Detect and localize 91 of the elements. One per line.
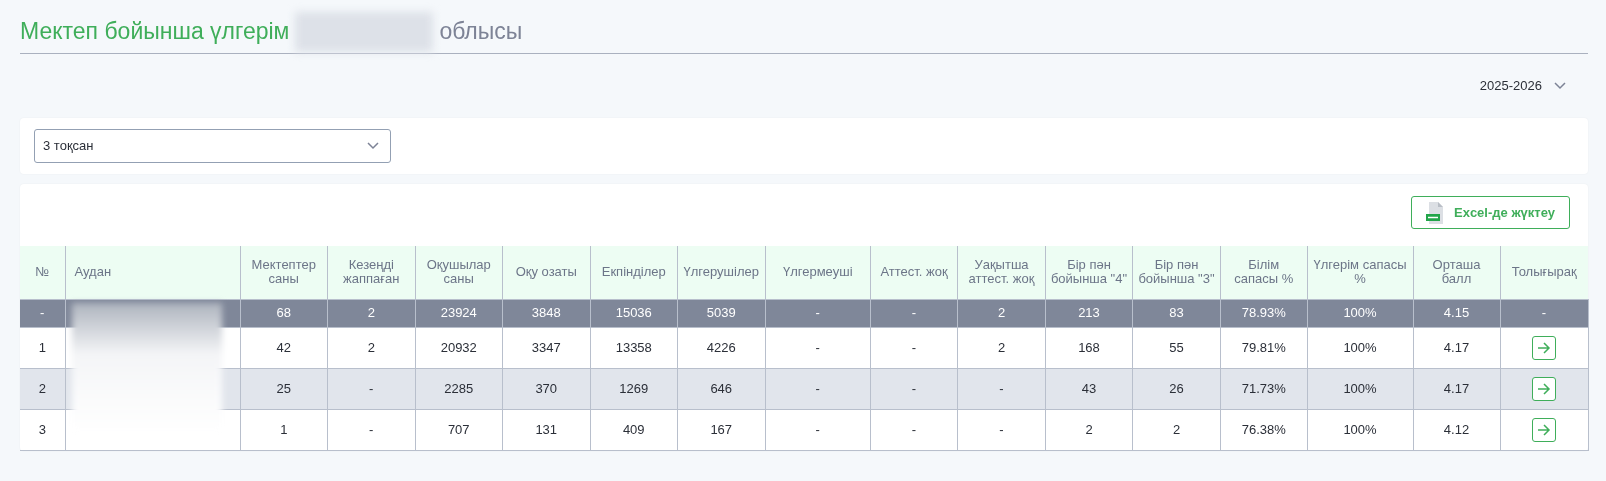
table-cell: -	[870, 327, 958, 368]
table-cell: 76.38%	[1220, 409, 1307, 450]
table-cell: 646	[677, 368, 765, 409]
column-header: Аудан	[65, 246, 240, 299]
table-cell: -	[957, 409, 1046, 450]
table-cell: -	[870, 409, 958, 450]
table-cell: 42	[240, 327, 328, 368]
table-cell: -	[765, 299, 871, 327]
table-cell: 1	[240, 409, 328, 450]
table-cell: -	[870, 368, 958, 409]
table-cell: 168	[1045, 327, 1133, 368]
table-cell: -	[1500, 299, 1588, 327]
table-cell: 100%	[1307, 299, 1413, 327]
column-header: Орташа балл	[1413, 246, 1500, 299]
table-cell: 2	[1045, 409, 1133, 450]
table-cell: -	[327, 409, 415, 450]
column-header: Уақытша аттест. жоқ	[957, 246, 1046, 299]
table-cell: -	[765, 368, 871, 409]
details-button[interactable]	[1532, 376, 1556, 401]
column-header: Үлгерім сапасы %	[1307, 246, 1413, 299]
chevron-icon	[366, 142, 380, 150]
table-cell: 13358	[590, 327, 678, 368]
column-header: Білім сапасы %	[1220, 246, 1307, 299]
table-cell: 83	[1132, 299, 1221, 327]
table-cell: 2	[1132, 409, 1221, 450]
table-cell: 1	[20, 327, 65, 368]
table-cell: 4226	[677, 327, 765, 368]
arrow-right-icon	[1537, 341, 1551, 354]
table-cell: 4.17	[1413, 327, 1500, 368]
chevron-icon	[1554, 82, 1566, 90]
table-cell: 4.17	[1413, 368, 1500, 409]
table-cell: 5039	[677, 299, 765, 327]
table-cell: 100%	[1307, 327, 1413, 368]
page-title-suffix: облысы	[439, 17, 523, 47]
table-cell: 68	[240, 299, 328, 327]
table-cell: 409	[590, 409, 678, 450]
year-dropdown[interactable]: 2025-2026	[1479, 76, 1542, 96]
table-cell: 3347	[502, 327, 590, 368]
table-cell: 2	[20, 368, 65, 409]
table-cell: 23924	[415, 299, 503, 327]
column-header: Мектептер саны	[240, 246, 328, 299]
table-cell: 100%	[1307, 368, 1413, 409]
spreadsheet-file-icon	[1426, 201, 1444, 224]
table-cell: 3	[20, 409, 65, 450]
table-cell: 2	[957, 327, 1046, 368]
arrow-right-icon	[1537, 382, 1551, 395]
column-header: Кезеңді жаппаған	[327, 246, 415, 299]
table-cell: 370	[502, 368, 590, 409]
table-cell: 78.93%	[1220, 299, 1307, 327]
table-cell: 55	[1132, 327, 1221, 368]
details-button[interactable]	[1532, 335, 1556, 360]
table-cell: 79.81%	[1220, 327, 1307, 368]
column-header: Бір пән бойынша "4"	[1045, 246, 1133, 299]
column-header: Бір пән бойынша "3"	[1132, 246, 1221, 299]
table-cell: 213	[1045, 299, 1133, 327]
table-cell: 4.12	[1413, 409, 1500, 450]
table-cell: 707	[415, 409, 503, 450]
column-header: Үлгерушілер	[677, 246, 765, 299]
column-header: Аттест. жоқ	[870, 246, 958, 299]
table-cell: 2	[327, 299, 415, 327]
table-cell: -	[327, 368, 415, 409]
table-cell: -	[957, 368, 1046, 409]
table-cell: 3848	[502, 299, 590, 327]
table-cell: -	[20, 299, 65, 327]
table-cell: 131	[502, 409, 590, 450]
table-cell: 2	[327, 327, 415, 368]
column-header: Оқушылар саны	[415, 246, 503, 299]
table-cell: 26	[1132, 368, 1221, 409]
page-title: Мектеп бойынша үлгерім	[20, 17, 290, 47]
column-header: Екпінділер	[590, 246, 678, 299]
table-cell: 20932	[415, 327, 503, 368]
table-cell: 167	[677, 409, 765, 450]
column-header: Үлгермеуші	[765, 246, 871, 299]
table-cell: 25	[240, 368, 328, 409]
arrow-right-icon	[1537, 423, 1551, 436]
column-header: №	[20, 246, 65, 299]
table-cell: 71.73%	[1220, 368, 1307, 409]
table-cell: 15036	[590, 299, 678, 327]
table-cell: 100%	[1307, 409, 1413, 450]
table-cell: 1269	[590, 368, 678, 409]
column-header: Толығырақ	[1500, 246, 1588, 299]
table-cell: -	[765, 409, 871, 450]
table-cell: -	[765, 327, 871, 368]
table-cell: 4.15	[1413, 299, 1500, 327]
table-cell: 43	[1045, 368, 1133, 409]
table-cell: 2285	[415, 368, 503, 409]
column-header: Оқу озаты	[502, 246, 590, 299]
details-button[interactable]	[1532, 417, 1556, 442]
table-cell: -	[870, 299, 958, 327]
quarter-select[interactable]: 3 тоқсан	[34, 129, 391, 163]
table-cell: 2	[957, 299, 1046, 327]
